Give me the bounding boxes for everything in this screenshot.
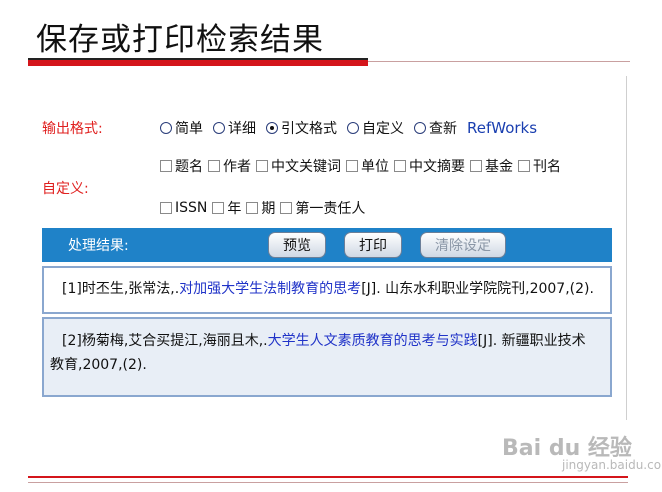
format-option-citation[interactable]: 引文格式 bbox=[266, 118, 337, 138]
field-issn[interactable]: ISSN bbox=[160, 200, 207, 216]
field-author[interactable]: 作者 bbox=[208, 156, 251, 176]
results-label: 处理结果: bbox=[68, 238, 129, 254]
radio-novelty[interactable] bbox=[414, 122, 426, 134]
slide-title: 保存或打印检索结果 bbox=[36, 22, 324, 58]
field-year[interactable]: 年 bbox=[212, 198, 241, 218]
bottom-rule bbox=[28, 476, 628, 478]
field-affiliation[interactable]: 单位 bbox=[346, 156, 389, 176]
result-item-1: [1]时丕生,张常法,.对加强大学生法制教育的思考[J]. 山东水利职业学院院刊… bbox=[42, 266, 612, 314]
field-journal[interactable]: 刊名 bbox=[518, 156, 561, 176]
field-issue[interactable]: 期 bbox=[246, 198, 275, 218]
field-title[interactable]: 题名 bbox=[160, 156, 203, 176]
title-underline-red bbox=[28, 60, 368, 66]
field-abstract[interactable]: 中文摘要 bbox=[394, 156, 465, 176]
clear-settings-button[interactable]: 清除设定 bbox=[420, 232, 506, 258]
format-option-novelty[interactable]: 查新 bbox=[414, 118, 457, 138]
format-option-detailed[interactable]: 详细 bbox=[213, 118, 256, 138]
custom-fields-row-2: ISSN 年 期 第一责任人 bbox=[160, 198, 370, 218]
preview-button[interactable]: 预览 bbox=[268, 232, 326, 258]
custom-label: 自定义: bbox=[42, 181, 89, 197]
bottom-rule-thin bbox=[28, 482, 628, 483]
checkbox[interactable] bbox=[212, 202, 225, 214]
baidu-watermark: Bai du 经验 jingyan.baidu.com bbox=[502, 436, 662, 472]
checkbox[interactable] bbox=[256, 160, 268, 172]
format-option-simple[interactable]: 简单 bbox=[160, 118, 203, 138]
format-option-custom[interactable]: 自定义 bbox=[347, 118, 404, 138]
radio-custom[interactable] bbox=[347, 122, 359, 134]
checkbox[interactable] bbox=[518, 160, 530, 172]
checkbox[interactable] bbox=[394, 160, 406, 172]
checkbox[interactable] bbox=[160, 202, 172, 214]
result-item-2: [2]杨菊梅,艾合买提江,海丽且木,.大学生人文素质教育的思考与实践[J]. 新… bbox=[42, 317, 612, 397]
checkbox[interactable] bbox=[246, 202, 259, 214]
radio-simple[interactable] bbox=[160, 122, 172, 134]
result-title-link-2[interactable]: 大学生人文素质教育的思考与实践 bbox=[268, 333, 478, 349]
result-title-link-1[interactable]: 对加强大学生法制教育的思考 bbox=[179, 281, 361, 297]
results-toolbar: 处理结果: 预览 打印 清除设定 bbox=[42, 228, 612, 262]
checkbox[interactable] bbox=[346, 160, 358, 172]
checkbox[interactable] bbox=[208, 160, 220, 172]
search-results-panel: 输出格式: 简单 详细 引文格式 自定义 查新 RefWorks 题名 作者 中… bbox=[28, 76, 627, 420]
print-button[interactable]: 打印 bbox=[344, 232, 402, 258]
output-format-row: 输出格式: 简单 详细 引文格式 自定义 查新 RefWorks bbox=[42, 118, 537, 138]
radio-detailed[interactable] bbox=[213, 122, 225, 134]
checkbox[interactable] bbox=[160, 160, 172, 172]
checkbox[interactable] bbox=[470, 160, 482, 172]
field-fund[interactable]: 基金 bbox=[470, 156, 513, 176]
field-first-author[interactable]: 第一责任人 bbox=[280, 198, 365, 218]
refworks-link[interactable]: RefWorks bbox=[467, 119, 537, 137]
custom-fields-row-1: 题名 作者 中文关键词 单位 中文摘要 基金 刊名 bbox=[160, 156, 566, 176]
radio-citation[interactable] bbox=[266, 122, 278, 134]
checkbox[interactable] bbox=[280, 202, 293, 214]
field-keywords[interactable]: 中文关键词 bbox=[256, 156, 341, 176]
title-underline-thin bbox=[368, 61, 630, 62]
output-format-label: 输出格式: bbox=[42, 121, 103, 137]
